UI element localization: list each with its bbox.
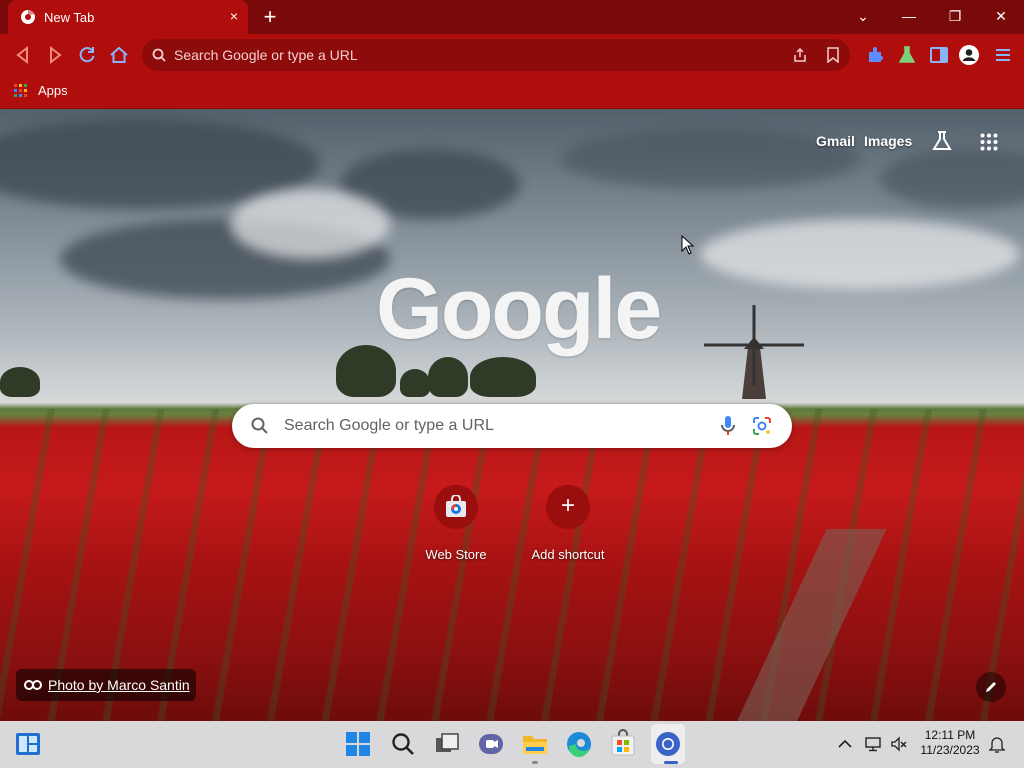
- omnibox[interactable]: Search Google or type a URL: [142, 39, 850, 71]
- clock-date: 11/23/2023: [920, 743, 980, 757]
- shortcut-tile: [434, 485, 478, 529]
- add-shortcut-button[interactable]: + Add shortcut: [512, 485, 624, 565]
- forward-icon[interactable]: [44, 44, 66, 66]
- search-taskbar-icon[interactable]: [388, 729, 418, 759]
- notifications-icon[interactable]: [988, 735, 1006, 753]
- search-placeholder: Search Google or type a URL: [284, 417, 494, 434]
- bookmark-apps[interactable]: Apps: [38, 83, 68, 98]
- shortcut-label: Add shortcut: [531, 547, 605, 562]
- reload-icon[interactable]: [76, 44, 98, 66]
- chrome-taskbar-icon[interactable]: [653, 729, 683, 759]
- search-icon: [251, 417, 268, 434]
- labs-toolbar-icon[interactable]: [896, 44, 918, 66]
- microsoft-store-icon[interactable]: [608, 729, 638, 759]
- extensions-icon[interactable]: [864, 44, 886, 66]
- images-link[interactable]: Images: [864, 133, 912, 149]
- labs-flask-icon[interactable]: [930, 129, 954, 153]
- search-icon: [152, 48, 166, 62]
- start-icon[interactable]: [343, 729, 373, 759]
- share-icon[interactable]: [792, 47, 808, 63]
- chevron-up-icon[interactable]: [836, 735, 854, 753]
- home-icon[interactable]: [108, 44, 130, 66]
- photo-credit-text: Photo by Marco Santin: [48, 677, 190, 693]
- clock-time: 12:11 PM: [924, 728, 976, 742]
- background-tree: [400, 369, 430, 397]
- running-indicator: [532, 761, 538, 764]
- widgets-icon[interactable]: [16, 733, 40, 755]
- new-tab-button[interactable]: +: [258, 6, 282, 28]
- photo-credit[interactable]: Photo by Marco Santin: [16, 669, 196, 701]
- windmill-icon: [704, 305, 804, 399]
- customize-button[interactable]: [976, 672, 1006, 702]
- tab-close-button[interactable]: ×: [226, 8, 242, 24]
- search-box[interactable]: Search Google or type a URL: [232, 404, 792, 448]
- active-indicator: [664, 761, 678, 764]
- menu-icon[interactable]: [992, 44, 1014, 66]
- apps-grid-icon: [14, 84, 27, 97]
- close-window-button[interactable]: ✕: [981, 4, 1021, 28]
- minimize-button[interactable]: —: [889, 4, 929, 28]
- network-icon[interactable]: [864, 735, 882, 753]
- title-bar: New Tab × + ⌄ — ❐ ✕: [0, 0, 1024, 34]
- pencil-icon: [986, 682, 996, 692]
- shortcut-web-store[interactable]: Web Store: [400, 485, 512, 565]
- edge-icon[interactable]: [564, 729, 594, 759]
- background-cloud: [230, 189, 390, 259]
- back-icon[interactable]: [12, 44, 34, 66]
- background-cloud: [880, 149, 1024, 209]
- taskbar-clock[interactable]: 12:11 PM 11/23/2023: [918, 728, 982, 758]
- task-view-icon[interactable]: [432, 729, 462, 759]
- plus-icon: +: [560, 492, 575, 519]
- profile-avatar-icon[interactable]: [958, 44, 980, 66]
- tab-new-tab[interactable]: New Tab ×: [8, 0, 248, 34]
- shortcut-tile: +: [546, 485, 590, 529]
- restore-button[interactable]: ❐: [935, 4, 975, 28]
- link-icon: [24, 680, 42, 690]
- background-tree: [428, 357, 468, 397]
- file-explorer-icon[interactable]: [520, 729, 550, 759]
- google-lens-icon[interactable]: [752, 416, 772, 436]
- web-store-icon: [446, 495, 466, 517]
- background-tree: [0, 367, 40, 397]
- tab-search-button[interactable]: ⌄: [843, 4, 883, 28]
- toolbar: Search Google or type a URL: [0, 34, 1024, 76]
- background-tree: [470, 357, 536, 397]
- bookmark-icon[interactable]: [826, 47, 840, 63]
- omnibox-placeholder: Search Google or type a URL: [174, 47, 358, 63]
- chrome-icon: [21, 9, 35, 24]
- shortcut-label: Web Store: [425, 547, 487, 562]
- bookmarks-bar: Apps: [0, 76, 1024, 109]
- background-cloud: [700, 219, 1020, 289]
- google-apps-icon[interactable]: [980, 133, 998, 151]
- microphone-icon[interactable]: [718, 415, 738, 437]
- new-tab-page: Gmail Images Google Search Google or typ…: [0, 109, 1024, 721]
- teams-chat-icon[interactable]: [476, 729, 506, 759]
- gmail-link[interactable]: Gmail: [816, 133, 855, 149]
- taskbar: 12:11 PM 11/23/2023: [0, 721, 1024, 768]
- side-panel-icon[interactable]: [928, 44, 950, 66]
- background-cloud: [560, 129, 860, 189]
- tab-title: New Tab: [44, 10, 95, 25]
- mouse-cursor-icon: [681, 235, 695, 255]
- google-logo: Google: [376, 261, 662, 357]
- volume-muted-icon[interactable]: [890, 735, 908, 753]
